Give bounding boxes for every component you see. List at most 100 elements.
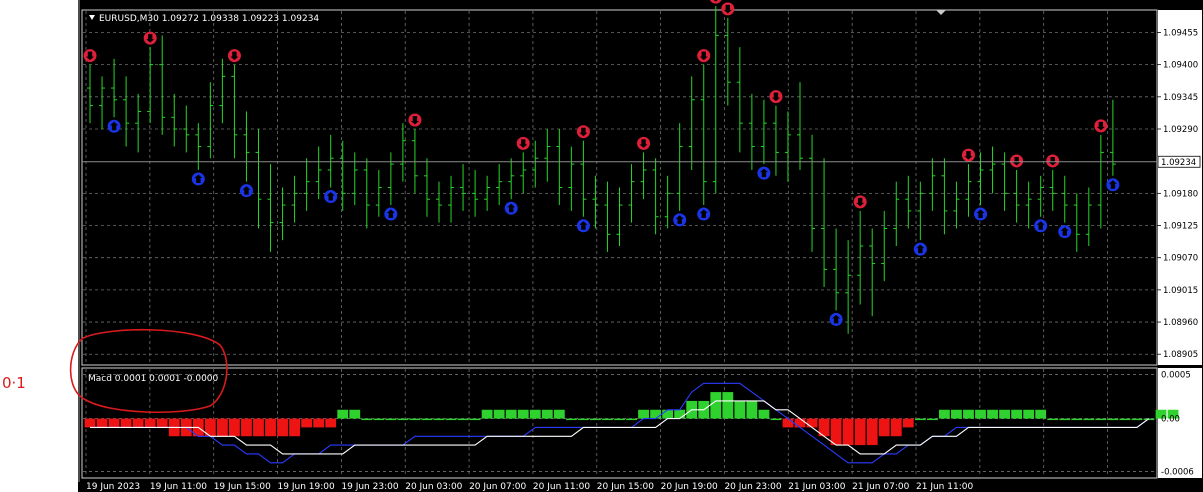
macd-histogram-bar bbox=[156, 418, 168, 428]
macd-histogram-bar bbox=[794, 418, 806, 428]
macd-histogram-bar bbox=[120, 418, 132, 428]
up-arrow-circle-icon bbox=[757, 166, 771, 180]
macd-histogram-bar bbox=[1107, 418, 1119, 421]
up-arrow-circle-icon bbox=[1034, 219, 1048, 233]
macd-histogram-bar bbox=[722, 392, 734, 419]
time-tick-label: 21 Jun 07:00 bbox=[852, 482, 909, 492]
macd-histogram-bar bbox=[1011, 409, 1023, 419]
price-tick-label: 1.09455 bbox=[1163, 28, 1198, 38]
macd-histogram-bar bbox=[565, 418, 577, 421]
down-arrow-circle-icon bbox=[1094, 119, 1108, 133]
macd-histogram-bar bbox=[265, 418, 276, 437]
macd-histogram-bar bbox=[325, 418, 337, 428]
symbol-header: EURUSD,M30 1.09272 1.09338 1.09223 1.092… bbox=[99, 14, 319, 24]
price-tick-label: 1.09070 bbox=[1163, 254, 1198, 264]
up-arrow-circle-icon bbox=[191, 172, 205, 186]
price-tick-label: 1.09290 bbox=[1163, 125, 1198, 135]
time-tick-label: 20 Jun 15:00 bbox=[597, 482, 654, 492]
price-tick-label: 1.09400 bbox=[1163, 61, 1198, 71]
down-arrow-circle-icon bbox=[83, 49, 97, 63]
up-arrow-circle-icon bbox=[913, 242, 927, 256]
macd-histogram-bar bbox=[746, 400, 758, 419]
macd-histogram-bar bbox=[469, 418, 481, 421]
down-arrow-circle-icon bbox=[637, 136, 651, 150]
macd-histogram-bar bbox=[782, 418, 794, 428]
macd-histogram-bar bbox=[84, 418, 96, 428]
macd-histogram-bar bbox=[349, 409, 361, 419]
macd-histogram-bar bbox=[963, 409, 974, 419]
macd-histogram-bar bbox=[902, 418, 914, 428]
macd-histogram-bar bbox=[373, 418, 385, 421]
macd-histogram-bar bbox=[385, 418, 397, 421]
price-tick-label: 1.08905 bbox=[1163, 350, 1198, 360]
macd-histogram-bar bbox=[590, 418, 601, 421]
time-tick-label: 20 Jun 19:00 bbox=[661, 482, 718, 492]
up-arrow-circle-icon bbox=[107, 119, 121, 133]
macd-histogram-bar bbox=[397, 418, 409, 421]
macd-histogram-bar bbox=[951, 409, 962, 419]
macd-histogram-bar bbox=[553, 409, 565, 419]
macd-histogram-bar bbox=[662, 409, 674, 419]
up-arrow-circle-icon bbox=[576, 219, 590, 233]
macd-histogram-bar bbox=[313, 418, 325, 428]
macd-label: Macd 0.0001 0.0001 -0.0000 bbox=[88, 374, 219, 384]
macd-histogram-bar bbox=[999, 409, 1010, 419]
macd-histogram-bar bbox=[830, 418, 842, 446]
time-tick-label: 21 Jun 03:00 bbox=[788, 482, 845, 492]
macd-tick-label: 0.00 bbox=[1161, 415, 1180, 425]
macd-histogram-bar bbox=[253, 418, 264, 437]
macd-histogram-bar bbox=[1035, 409, 1047, 419]
price-tick-label: 1.09125 bbox=[1163, 222, 1198, 232]
chart-window[interactable]: 0·1 1.09455 1.09400 1.09345 1.09290 1.09180 1… bbox=[0, 0, 1203, 492]
macd-histogram-bar bbox=[433, 418, 445, 421]
down-arrow-circle-icon bbox=[1010, 154, 1024, 168]
macd-histogram-bar bbox=[241, 418, 252, 437]
macd-histogram-bar bbox=[914, 418, 926, 421]
macd-histogram-bar bbox=[361, 418, 373, 421]
up-arrow-circle-icon bbox=[504, 201, 518, 215]
time-tick-label: 20 Jun 03:00 bbox=[405, 482, 462, 492]
price-tick-label: 1.09345 bbox=[1163, 93, 1198, 103]
up-arrow-circle-icon bbox=[239, 184, 253, 198]
macd-histogram-bar bbox=[132, 418, 144, 428]
macd-histogram-bar bbox=[277, 418, 288, 437]
up-arrow-circle-icon bbox=[829, 312, 843, 326]
macd-histogram-bar bbox=[987, 409, 998, 419]
macd-histogram-bar bbox=[710, 392, 722, 419]
current-price-label: 1.09234 bbox=[1161, 158, 1196, 168]
macd-histogram-bar bbox=[1083, 418, 1095, 421]
macd-histogram-bar bbox=[1131, 418, 1143, 421]
up-arrow-circle-icon bbox=[697, 207, 711, 221]
macd-histogram-bar bbox=[421, 418, 433, 421]
down-arrow-circle-icon bbox=[697, 49, 711, 63]
down-arrow-circle-icon bbox=[576, 125, 590, 139]
macd-histogram-bar bbox=[1059, 418, 1071, 421]
price-tick-label: 1.09180 bbox=[1163, 189, 1198, 199]
macd-histogram-bar bbox=[505, 409, 517, 419]
macd-histogram-bar bbox=[337, 409, 349, 419]
time-tick-label: 19 Jun 15:00 bbox=[214, 482, 271, 492]
macd-histogram-bar bbox=[614, 418, 625, 421]
macd-histogram-bar bbox=[602, 418, 613, 421]
down-arrow-circle-icon bbox=[721, 2, 735, 16]
time-tick-label: 19 Jun 2023 bbox=[86, 482, 140, 492]
up-arrow-circle-icon bbox=[1106, 178, 1120, 192]
macd-histogram-bar bbox=[890, 418, 902, 437]
macd-histogram-bar bbox=[229, 418, 240, 437]
up-arrow-circle-icon bbox=[384, 207, 398, 221]
macd-histogram-bar bbox=[626, 418, 637, 421]
macd-histogram-bar bbox=[842, 418, 854, 446]
macd-tick-label: 0.0005 bbox=[1161, 370, 1191, 380]
macd-histogram-bar bbox=[770, 418, 782, 421]
macd-histogram-bar bbox=[144, 418, 156, 428]
macd-histogram-bar bbox=[529, 409, 541, 419]
up-arrow-circle-icon bbox=[324, 190, 338, 203]
price-tick-label: 1.08960 bbox=[1163, 318, 1198, 328]
time-tick-label: 19 Jun 23:00 bbox=[341, 482, 398, 492]
down-arrow-circle-icon bbox=[769, 90, 783, 104]
up-arrow-circle-icon bbox=[673, 213, 687, 227]
up-arrow-circle-icon bbox=[1058, 225, 1072, 239]
macd-histogram-bar bbox=[1023, 409, 1035, 419]
macd-histogram-bar bbox=[1071, 418, 1083, 421]
macd-histogram-bar bbox=[493, 409, 505, 419]
